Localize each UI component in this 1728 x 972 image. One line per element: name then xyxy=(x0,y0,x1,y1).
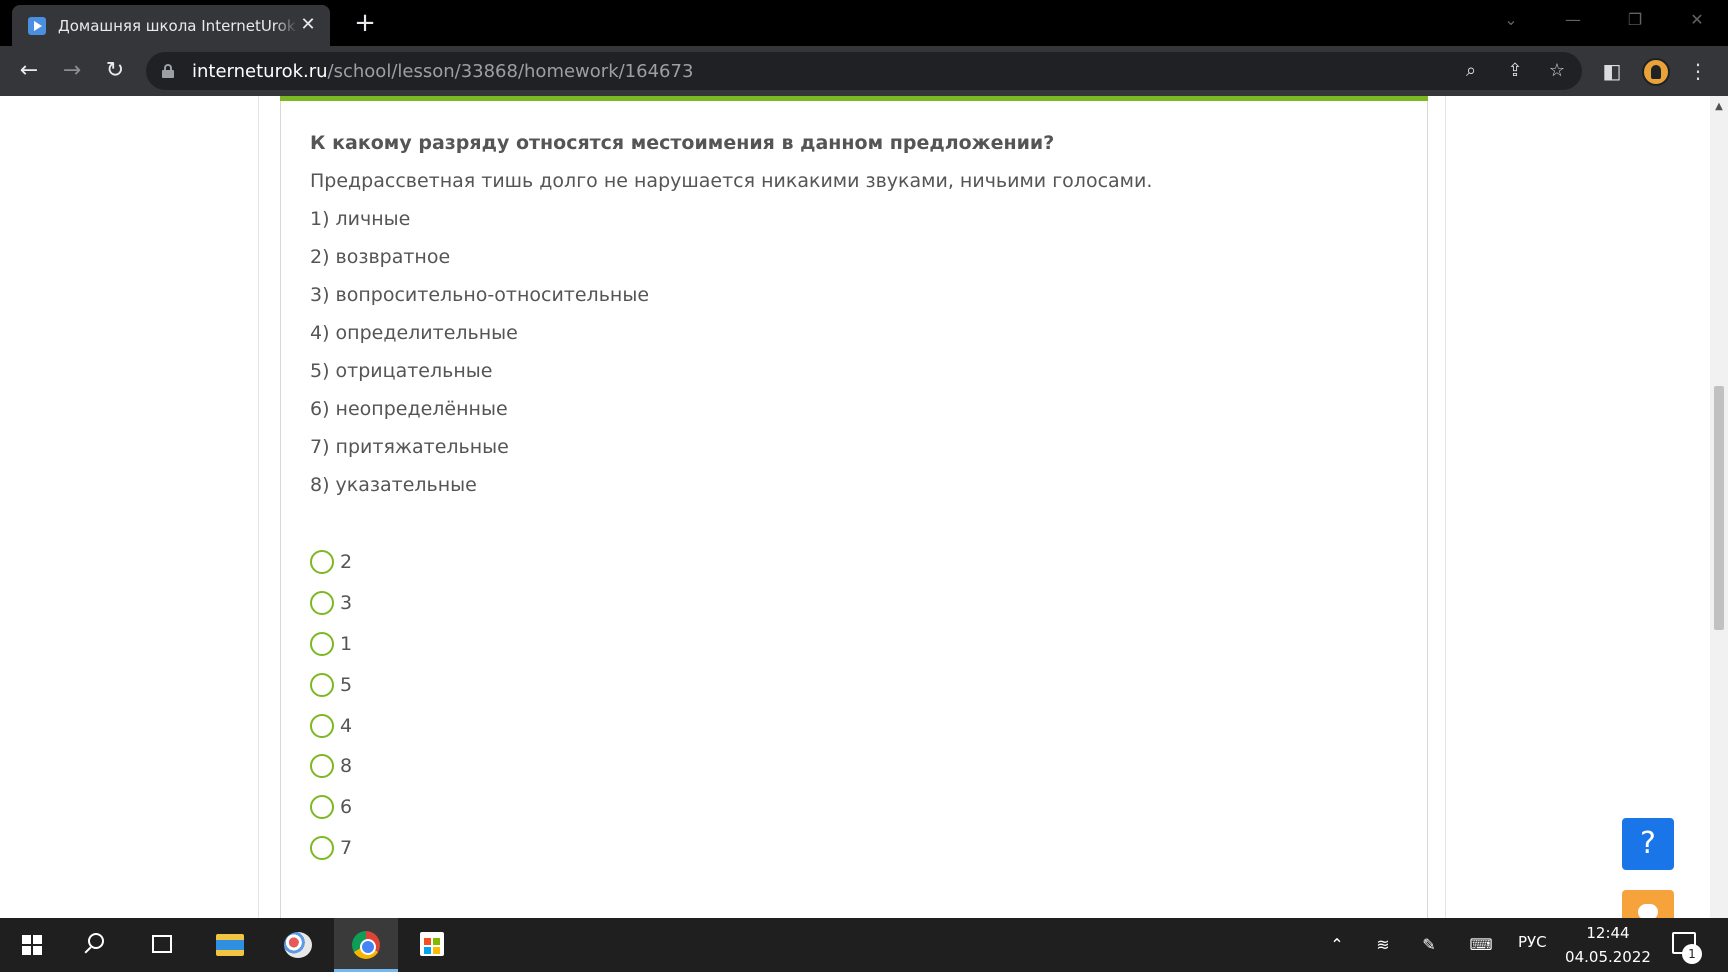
answer-label: 3 xyxy=(340,592,353,614)
task-view-button[interactable] xyxy=(130,918,194,972)
forward-arrow-icon[interactable]: → xyxy=(58,57,86,85)
option-text-7: 7) притяжательные xyxy=(310,436,509,458)
side-panel-icon[interactable]: ◧ xyxy=(1598,57,1626,85)
answer-label: 5 xyxy=(340,674,353,696)
answer-choice-8[interactable]: 7 xyxy=(310,836,390,862)
input-language[interactable]: РУС xyxy=(1518,933,1547,951)
new-tab-button[interactable]: + xyxy=(352,10,378,36)
card-accent-bar xyxy=(280,96,1428,101)
scroll-up-arrow-icon[interactable]: ▲ xyxy=(1710,100,1728,114)
option-text-8: 8) указательные xyxy=(310,474,477,496)
page-viewport: К какому разряду относятся местоимения в… xyxy=(0,96,1710,918)
taskbar-search-button[interactable] xyxy=(66,918,130,972)
radio-button[interactable] xyxy=(310,632,334,656)
page-scrollbar[interactable]: ▲ xyxy=(1710,96,1728,918)
option-text-6: 6) неопределённые xyxy=(310,398,508,420)
start-button[interactable] xyxy=(0,918,64,972)
url-host: interneturok.ru xyxy=(192,61,328,82)
menu-dots-icon[interactable]: ⋮ xyxy=(1684,57,1712,85)
store-bag-icon xyxy=(420,932,444,956)
close-window-icon[interactable]: ✕ xyxy=(1682,8,1712,32)
radio-button[interactable] xyxy=(310,754,334,778)
question-sentence: Предрассветная тишь долго не нарушается … xyxy=(310,170,1153,192)
answer-choice-4[interactable]: 5 xyxy=(310,673,390,699)
option-text-5: 5) отрицательные xyxy=(310,360,493,382)
option-text-1: 1) личные xyxy=(310,208,411,230)
windows-logo-icon xyxy=(22,935,42,955)
answer-choice-7[interactable]: 6 xyxy=(310,795,390,821)
task-view-icon xyxy=(152,935,172,953)
store-app-button[interactable] xyxy=(400,918,464,972)
address-bar[interactable]: interneturok.ru/school/lesson/33868/home… xyxy=(146,52,1582,90)
answer-label: 1 xyxy=(340,633,353,655)
tab-title: Домашняя школа InternetUrok.ru xyxy=(58,17,298,35)
restore-window-icon[interactable]: ❐ xyxy=(1620,8,1650,32)
url-text[interactable]: interneturok.ru/school/lesson/33868/home… xyxy=(192,61,693,82)
file-explorer-button[interactable] xyxy=(198,918,262,972)
browser-tab-bar: Домашняя школа InternetUrok.ru ✕ + ⌄ — ❐… xyxy=(0,0,1728,46)
browser-tab-active[interactable]: Домашняя школа InternetUrok.ru ✕ xyxy=(12,5,330,46)
paint-palette-icon xyxy=(284,932,312,958)
back-arrow-icon[interactable]: ← xyxy=(15,57,43,85)
zoom-icon[interactable]: ⌕ xyxy=(1458,58,1484,84)
keyboard-icon[interactable]: ⌨ xyxy=(1468,932,1494,958)
answer-choice-2[interactable]: 3 xyxy=(310,591,390,617)
profile-avatar[interactable] xyxy=(1642,58,1670,86)
tray-chevron-up-icon[interactable]: ⌃ xyxy=(1324,932,1350,958)
answer-label: 2 xyxy=(340,551,353,573)
radio-button[interactable] xyxy=(310,591,334,615)
tab-close-icon[interactable]: ✕ xyxy=(298,15,318,35)
answer-label: 4 xyxy=(340,715,353,737)
clock-date[interactable]: 04.05.2022 xyxy=(1560,948,1656,966)
site-favicon-icon xyxy=(28,17,46,35)
radio-button[interactable] xyxy=(310,795,334,819)
reload-icon[interactable]: ↻ xyxy=(101,57,129,85)
answer-choice-6[interactable]: 8 xyxy=(310,754,390,780)
network-wifi-icon[interactable]: ≋ xyxy=(1370,932,1396,958)
help-button[interactable]: ? xyxy=(1622,818,1674,870)
answer-choice-3[interactable]: 1 xyxy=(310,632,390,658)
question-title: К какому разряду относятся местоимения в… xyxy=(310,132,1055,154)
answer-choice-1[interactable]: 2 xyxy=(310,550,390,576)
share-icon[interactable]: ⇪ xyxy=(1502,58,1528,84)
answer-label: 8 xyxy=(340,755,353,777)
answer-choice-5[interactable]: 4 xyxy=(310,714,390,740)
browser-toolbar: ← → ↻ interneturok.ru/school/lesson/3386… xyxy=(0,46,1728,96)
chat-bubble-icon[interactable] xyxy=(1622,890,1674,918)
minimize-window-icon[interactable]: — xyxy=(1558,8,1588,32)
answer-label: 6 xyxy=(340,796,353,818)
chrome-icon xyxy=(352,931,380,959)
notification-count-badge: 1 xyxy=(1682,944,1702,964)
windows-taskbar: ⌃ ≋ ✎ ⌨ РУС 12:44 04.05.2022 1 xyxy=(0,918,1728,972)
url-path: /school/lesson/33868/homework/164673 xyxy=(327,61,694,82)
star-icon[interactable]: ☆ xyxy=(1544,58,1570,84)
folder-icon xyxy=(216,934,244,956)
clock-time[interactable]: 12:44 xyxy=(1568,924,1648,942)
question-card xyxy=(280,96,1428,918)
radio-button[interactable] xyxy=(310,550,334,574)
chrome-app-button[interactable] xyxy=(334,918,398,972)
option-text-4: 4) определительные xyxy=(310,322,518,344)
radio-button[interactable] xyxy=(310,714,334,738)
option-text-2: 2) возвратное xyxy=(310,246,451,268)
radio-button[interactable] xyxy=(310,836,334,860)
option-text-3: 3) вопросительно-относительные xyxy=(310,284,650,306)
scroll-thumb[interactable] xyxy=(1714,386,1724,630)
answer-label: 7 xyxy=(340,837,353,859)
pen-icon[interactable]: ✎ xyxy=(1416,932,1442,958)
lock-icon[interactable] xyxy=(162,64,174,78)
tab-search-icon[interactable]: ⌄ xyxy=(1496,8,1526,32)
search-icon xyxy=(88,933,104,949)
paint-app-button[interactable] xyxy=(266,918,330,972)
radio-button[interactable] xyxy=(310,673,334,697)
